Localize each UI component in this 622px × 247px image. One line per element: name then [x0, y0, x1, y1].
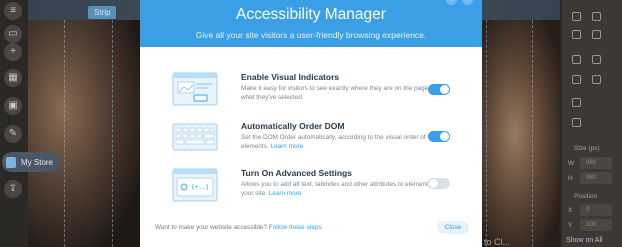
arrange-icon[interactable] [572, 55, 581, 64]
position-label: Position [574, 193, 598, 200]
feature-description-text: Make it easy for visitors to see exactly… [241, 85, 441, 101]
blog-icon[interactable]: ✎ [4, 125, 22, 143]
gridline [112, 20, 113, 247]
gridline [486, 20, 487, 247]
canvas-photo-right [470, 20, 560, 247]
order-dom-toggle[interactable] [428, 131, 450, 142]
feature-order-dom: Automatically Order DOM Set the DOM Orde… [140, 121, 482, 165]
toggle-knob [440, 85, 449, 94]
gridline [532, 20, 533, 247]
inspector-divider [560, 0, 562, 247]
feature-description-text: Set the DOM Order automatically, accordi… [241, 134, 426, 150]
follow-steps-link[interactable]: Follow these steps [269, 224, 322, 231]
width-value: 980 [586, 160, 597, 166]
toggle-knob [440, 132, 449, 141]
dialog-title: Accessibility Manager [236, 6, 386, 23]
size-label: Size (px) [574, 145, 600, 152]
x-value: 0 [586, 207, 590, 213]
visual-indicators-illustration-icon [172, 72, 218, 106]
learn-more-link[interactable]: Learn more [269, 190, 302, 197]
feature-description: Set the DOM Order automatically, accordi… [241, 134, 441, 151]
upload-icon[interactable]: ⇪ [4, 180, 22, 198]
x-label: X [568, 207, 573, 214]
store-bag-icon [6, 156, 16, 168]
dialog-subtitle: Give all your site visitors a user-frien… [195, 30, 427, 40]
media-icon[interactable]: ▣ [4, 97, 22, 115]
y-value: 100 [586, 222, 597, 228]
dialog-footer: Want to make your website accessible? Fo… [155, 224, 322, 231]
align-icon[interactable] [572, 98, 581, 107]
apps-icon[interactable]: ▦ [4, 69, 22, 87]
close-button[interactable]: Close [437, 221, 469, 234]
menu-icon[interactable]: ≡ [4, 2, 22, 20]
feature-title: Turn On Advanced Settings [241, 168, 352, 178]
my-store-label: My Store [21, 157, 54, 167]
layout-icon[interactable] [572, 12, 581, 21]
animation-icon[interactable] [592, 75, 601, 84]
visual-indicators-toggle[interactable] [428, 84, 450, 95]
dialog-header: ? ✕ Accessibility Manager Give all your … [140, 0, 482, 47]
my-store-button[interactable]: My Store [2, 152, 60, 172]
left-tool-rail: ≡ ▭ + ▦ ▣ ✎ ⇪ [0, 0, 28, 247]
feature-description: Allows you to add alt text, tabindex and… [241, 181, 441, 198]
accessibility-manager-dialog: ? ✕ Accessibility Manager Give all your … [140, 0, 482, 247]
height-value: 980 [586, 175, 597, 181]
delete-icon[interactable] [592, 30, 601, 39]
feature-visual-indicators: Enable Visual Indicators Make it easy fo… [140, 72, 482, 116]
link-icon[interactable] [572, 75, 581, 84]
feature-advanced-settings: {+..} Turn On Advanced Settings Allows y… [140, 168, 482, 212]
keyboard-illustration-icon [172, 123, 218, 151]
canvas-bottom-label: to Cl... [484, 237, 511, 247]
distribute-icon[interactable] [572, 118, 581, 127]
copy-icon[interactable] [572, 30, 581, 39]
show-on-all-label[interactable]: Show on All [566, 237, 603, 244]
advanced-settings-toggle[interactable] [428, 178, 450, 189]
feature-title: Automatically Order DOM [241, 121, 345, 131]
y-label: Y [568, 222, 573, 229]
strip-tag[interactable]: Strip [88, 6, 117, 19]
add-icon[interactable]: + [4, 43, 22, 61]
learn-more-link[interactable]: Learn more [271, 143, 304, 150]
gridline [64, 20, 65, 247]
feature-description: Make it easy for visitors to see exactly… [241, 85, 441, 102]
height-label: H [568, 175, 573, 182]
background-icon[interactable]: ▭ [4, 25, 22, 43]
width-label: W [568, 160, 575, 167]
toggle-knob [429, 179, 438, 188]
footer-question: Want to make your website accessible? [155, 224, 268, 231]
feature-title: Enable Visual Indicators [241, 72, 340, 82]
x-field[interactable] [580, 204, 612, 216]
pin-icon[interactable] [592, 55, 601, 64]
advanced-settings-illustration-icon: {+..} [172, 168, 218, 202]
settings-icon[interactable] [592, 12, 601, 21]
svg-text:{+..}: {+..} [191, 184, 209, 191]
